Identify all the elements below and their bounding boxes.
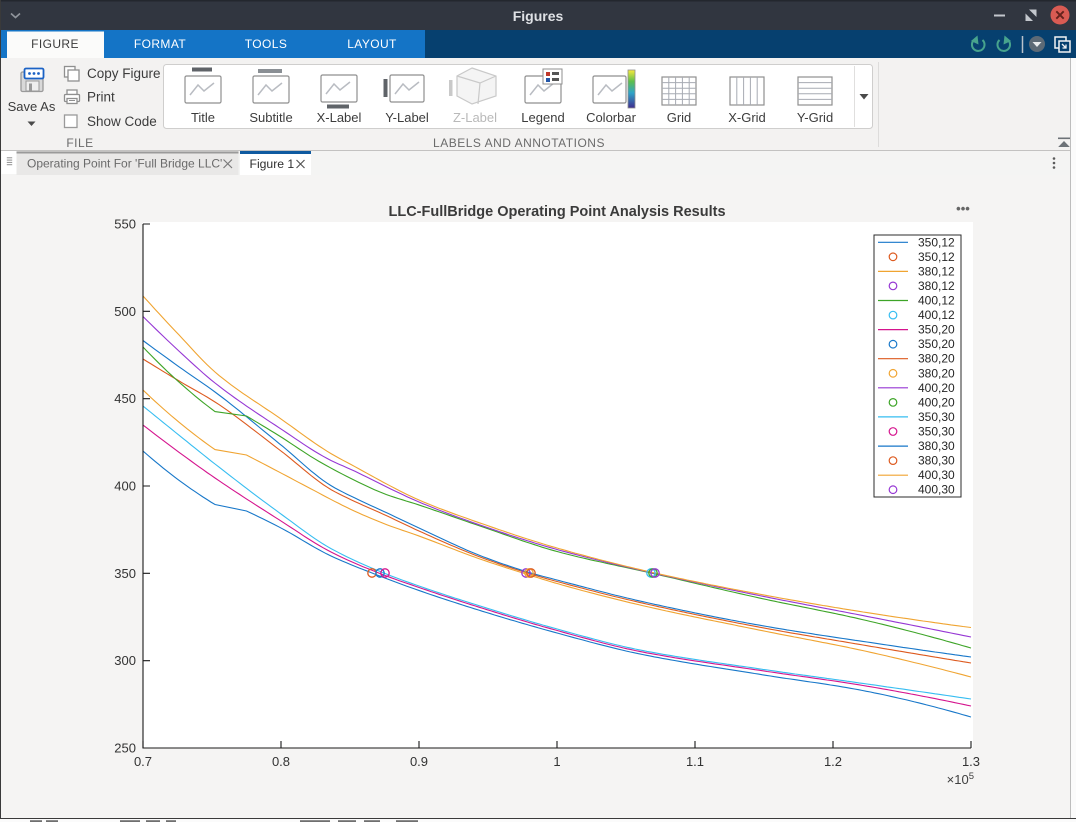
svg-text:380,30: 380,30: [918, 454, 955, 468]
svg-text:1.2: 1.2: [824, 754, 842, 769]
svg-text:400,30: 400,30: [918, 468, 955, 482]
svg-text:350,30: 350,30: [918, 425, 955, 439]
svg-text:FIGURE: FIGURE: [31, 37, 79, 51]
svg-text:250: 250: [114, 741, 136, 756]
svg-text:300: 300: [114, 653, 136, 668]
svg-text:TOOLS: TOOLS: [245, 37, 287, 51]
svg-text:400,12: 400,12: [918, 294, 955, 308]
svg-text:LLC-FullBridge Operating Point: LLC-FullBridge Operating Point Analysis …: [388, 204, 725, 220]
svg-text:0.7: 0.7: [134, 754, 152, 769]
svg-text:•••: •••: [956, 201, 970, 216]
svg-text:380,20: 380,20: [918, 352, 955, 366]
svg-text:380,12: 380,12: [918, 264, 955, 278]
svg-text:FILE: FILE: [66, 136, 93, 150]
svg-text:Y-Label: Y-Label: [385, 110, 429, 125]
svg-text:500: 500: [114, 304, 136, 319]
svg-text:400,20: 400,20: [918, 395, 955, 409]
svg-text:Copy Figure: Copy Figure: [87, 66, 161, 81]
svg-text:0.9: 0.9: [410, 754, 428, 769]
svg-text:Z-Label: Z-Label: [453, 110, 497, 125]
svg-text:Subtitle: Subtitle: [249, 110, 292, 125]
svg-text:Grid: Grid: [667, 110, 692, 125]
svg-text:LABELS AND ANNOTATIONS: LABELS AND ANNOTATIONS: [433, 136, 605, 150]
svg-text:550: 550: [114, 217, 136, 232]
svg-text:Legend: Legend: [521, 110, 564, 125]
svg-text:Figure 1: Figure 1: [250, 157, 295, 171]
svg-text:400,20: 400,20: [918, 381, 955, 395]
svg-text:450: 450: [114, 391, 136, 406]
svg-text:380,20: 380,20: [918, 366, 955, 380]
svg-text:400,30: 400,30: [918, 483, 955, 497]
svg-text:X-Label: X-Label: [317, 110, 362, 125]
svg-text:1.3: 1.3: [962, 754, 980, 769]
svg-text:X-Grid: X-Grid: [728, 110, 766, 125]
svg-text:1.1: 1.1: [686, 754, 704, 769]
svg-text:380,30: 380,30: [918, 439, 955, 453]
svg-text:LAYOUT: LAYOUT: [347, 37, 397, 51]
svg-text:Y-Grid: Y-Grid: [797, 110, 833, 125]
svg-text:350,12: 350,12: [918, 235, 955, 249]
svg-text:400: 400: [114, 479, 136, 494]
svg-text:0.8: 0.8: [272, 754, 290, 769]
svg-text:Operating Point For 'Full Brid: Operating Point For 'Full Bridge LLC': [27, 157, 222, 171]
svg-text:350,30: 350,30: [918, 410, 955, 424]
svg-text:350: 350: [114, 566, 136, 581]
svg-text:380,12: 380,12: [918, 279, 955, 293]
svg-text:Figures: Figures: [513, 8, 564, 24]
svg-text:Title: Title: [191, 110, 215, 125]
svg-text:400,12: 400,12: [918, 308, 955, 322]
svg-text:Save As: Save As: [8, 99, 56, 114]
svg-text:Colorbar: Colorbar: [586, 110, 637, 125]
svg-text:FORMAT: FORMAT: [134, 37, 186, 51]
svg-text:350,12: 350,12: [918, 250, 955, 264]
svg-text:Print: Print: [87, 90, 115, 105]
svg-text:1: 1: [553, 754, 560, 769]
svg-text:350,20: 350,20: [918, 337, 955, 351]
svg-text:350,20: 350,20: [918, 323, 955, 337]
svg-text:Show Code: Show Code: [87, 114, 157, 129]
